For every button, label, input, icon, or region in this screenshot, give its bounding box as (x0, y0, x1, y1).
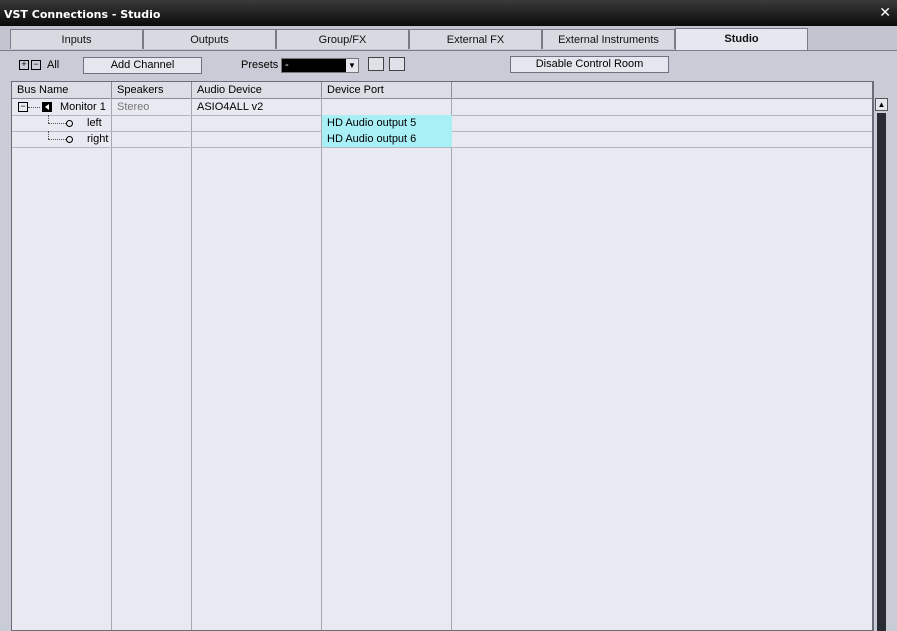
tree-line (48, 131, 49, 139)
channel-connector-icon (66, 120, 73, 127)
collapse-all-icon[interactable]: − (31, 60, 41, 70)
table-row[interactable]: right HD Audio output 6 (12, 131, 872, 148)
title-bar: VST Connections - Studio ✕ (0, 0, 897, 26)
header-audio-device[interactable]: Audio Device (192, 82, 322, 98)
bus-name-cell[interactable]: left (82, 115, 112, 131)
tab-group-fx[interactable]: Group/FX (276, 29, 409, 49)
chevron-down-icon[interactable]: ▼ (346, 59, 358, 72)
column-divider (111, 98, 112, 630)
tab-studio[interactable]: Studio (675, 28, 808, 50)
scroll-track[interactable] (877, 113, 886, 631)
presets-value: - (285, 59, 289, 71)
bus-name-cell[interactable]: Monitor 1 (55, 99, 112, 115)
expand-collapse-all: + − All (19, 59, 59, 71)
tree-line (48, 123, 66, 124)
channel-connector-icon (66, 136, 73, 143)
column-divider (321, 98, 322, 630)
tree-line (28, 107, 40, 108)
speakers-cell[interactable]: Stereo (112, 99, 192, 115)
speaker-icon (42, 102, 52, 112)
presets-label: Presets (241, 59, 279, 71)
scroll-up-icon[interactable]: ▲ (875, 98, 888, 111)
close-icon[interactable]: ✕ (879, 5, 891, 21)
tree-line (48, 115, 49, 123)
table-header: Bus Name Speakers Audio Device Device Po… (12, 82, 872, 99)
header-speakers[interactable]: Speakers (112, 82, 192, 98)
tree-line (48, 139, 66, 140)
header-device-port[interactable]: Device Port (322, 82, 452, 98)
add-channel-button[interactable]: Add Channel (83, 57, 202, 74)
tab-external-fx[interactable]: External FX (409, 29, 542, 49)
expand-all-icon[interactable]: + (19, 60, 29, 70)
tab-external-instruments[interactable]: External Instruments (542, 29, 675, 49)
tab-outputs[interactable]: Outputs (143, 29, 276, 49)
device-port-cell[interactable]: HD Audio output 6 (322, 131, 452, 147)
tab-inputs[interactable]: Inputs (10, 29, 143, 49)
vertical-scrollbar[interactable]: ▲ (873, 81, 890, 631)
table-row[interactable]: left HD Audio output 5 (12, 115, 872, 132)
column-divider (451, 98, 452, 630)
bus-name-cell[interactable]: right (82, 131, 112, 147)
bus-table: Bus Name Speakers Audio Device Device Po… (11, 81, 873, 631)
presets-select[interactable]: - ▼ (281, 58, 359, 73)
remove-preset-icon[interactable] (389, 57, 405, 71)
disable-control-room-button[interactable]: Disable Control Room (510, 56, 669, 73)
audio-device-cell[interactable]: ASIO4ALL v2 (192, 99, 322, 115)
device-port-cell[interactable]: HD Audio output 5 (322, 115, 452, 131)
table-row[interactable]: − Monitor 1 Stereo ASIO4ALL v2 (12, 99, 872, 116)
store-preset-icon[interactable] (368, 57, 384, 71)
header-bus-name[interactable]: Bus Name (12, 82, 112, 98)
device-port-cell[interactable] (322, 99, 452, 115)
collapse-icon[interactable]: − (18, 102, 28, 112)
column-divider (191, 98, 192, 630)
window-title: VST Connections - Studio (4, 8, 161, 21)
all-label: All (47, 59, 60, 71)
toolbar: + − All Add Channel Presets - ▼ Disable … (0, 51, 897, 79)
tab-bar: Inputs Outputs Group/FX External FX Exte… (0, 26, 897, 51)
